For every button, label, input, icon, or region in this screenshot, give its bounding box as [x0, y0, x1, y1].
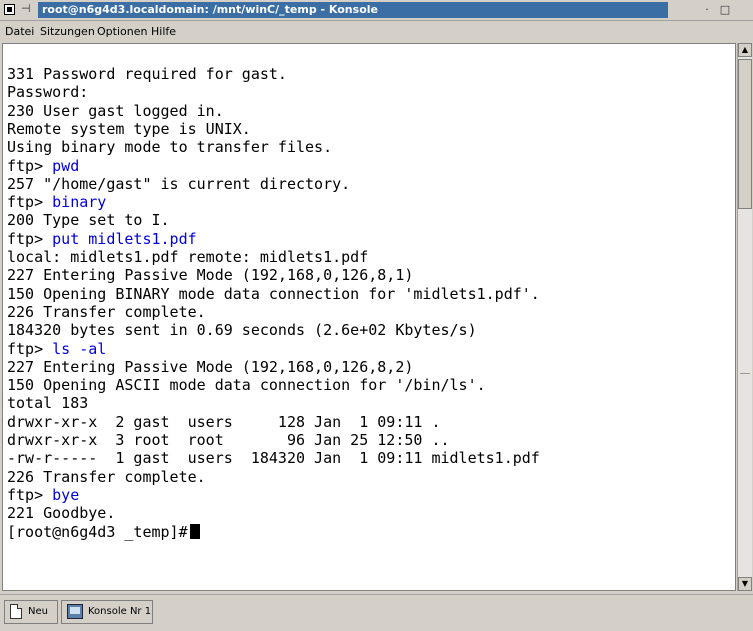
- terminal-line: drwxr-xr-x 2 gast users 128 Jan 1 09:11 …: [7, 412, 441, 431]
- menu-bar: Datei Sitzungen Optionen Hilfe: [0, 21, 753, 41]
- konsole-window: ⊣ root@n6g4d3.localdomain: /mnt/winC/_te…: [0, 0, 753, 631]
- new-document-icon: [10, 604, 22, 619]
- scrollbar-thumb[interactable]: [738, 59, 752, 209]
- terminal-line: 221 Goodbye.: [7, 504, 116, 523]
- ftp-prompt: ftp>: [7, 156, 44, 175]
- terminal-line: ftp> bye: [7, 486, 79, 504]
- ftp-prompt: ftp>: [7, 229, 44, 248]
- terminal-output[interactable]: 331 Password required for gast. Password…: [2, 43, 736, 591]
- scroll-down-arrow-icon[interactable]: ▼: [738, 577, 752, 591]
- terminal-line: 200 Type set to I.: [7, 211, 170, 230]
- ftp-prompt: ftp>: [7, 339, 44, 358]
- command-text: pwd: [52, 156, 80, 175]
- vertical-scrollbar[interactable]: ▲ ▼: [737, 43, 752, 591]
- menu-hilfe[interactable]: Hilfe: [151, 25, 176, 38]
- text-cursor: [189, 523, 200, 539]
- new-session-label: Neu: [28, 606, 48, 617]
- maximize-button[interactable]: □: [718, 3, 732, 17]
- terminal-line: Remote system type is UNIX.: [7, 119, 251, 138]
- terminal-line: local: midlets1.pdf remote: midlets1.pdf: [7, 248, 369, 266]
- command-text: binary: [52, 193, 107, 212]
- ftp-prompt: ftp>: [7, 485, 44, 504]
- pin-icon[interactable]: ⊣: [21, 2, 31, 15]
- menu-sitzungen[interactable]: Sitzungen: [40, 25, 95, 38]
- window-menu-icon[interactable]: [4, 4, 15, 15]
- tab-konsole-1[interactable]: Konsole Nr 1: [61, 600, 153, 624]
- command-text: put midlets1.pdf: [52, 229, 197, 248]
- terminal-line: 150 Opening BINARY mode data connection …: [7, 284, 540, 303]
- new-session-button[interactable]: Neu: [4, 600, 58, 624]
- command-text: bye: [52, 485, 80, 504]
- terminal-line: ftp> ls -al: [7, 340, 106, 358]
- session-tab-label: Konsole Nr 1: [88, 606, 152, 617]
- terminal-line: 226 Transfer complete.: [7, 302, 206, 321]
- scroll-up-arrow-icon[interactable]: ▲: [738, 43, 752, 57]
- command-text: ls -al: [52, 339, 107, 358]
- window-title: root@n6g4d3.localdomain: /mnt/winC/_temp…: [38, 2, 668, 18]
- title-bar[interactable]: ⊣ root@n6g4d3.localdomain: /mnt/winC/_te…: [0, 0, 753, 21]
- ftp-prompt: ftp>: [7, 193, 44, 212]
- terminal-line: Using binary mode to transfer files.: [7, 138, 333, 157]
- terminal-line: ftp> pwd: [7, 157, 79, 175]
- shell-prompt-line[interactable]: [root@n6g4d3 _temp]#: [7, 523, 200, 541]
- terminal-line: 227 Entering Passive Mode (192,168,0,126…: [7, 266, 414, 285]
- terminal-line: 226 Transfer complete.: [7, 467, 206, 486]
- terminal-line: -rw-r----- 1 gast users 184320 Jan 1 09:…: [7, 449, 540, 468]
- terminal-line: Password:: [7, 83, 89, 102]
- terminal-line: 150 Opening ASCII mode data connection f…: [7, 376, 486, 395]
- terminal-line: 331 Password required for gast.: [7, 65, 287, 83]
- konsole-icon: [67, 604, 83, 619]
- shell-prompt: [root@n6g4d3 _temp]#: [7, 522, 188, 541]
- terminal-line: drwxr-xr-x 3 root root 96 Jan 25 12:50 .…: [7, 431, 450, 449]
- terminal-line: ftp> binary: [7, 193, 106, 211]
- scrollbar-mark: [740, 373, 750, 374]
- terminal-line: 257 "/home/gast" is current directory.: [7, 174, 351, 193]
- session-tab-bar: Neu Konsole Nr 1: [0, 594, 753, 631]
- terminal-line: 230 User gast logged in.: [7, 101, 224, 120]
- menu-optionen[interactable]: Optionen: [97, 25, 147, 38]
- terminal-line: ftp> put midlets1.pdf: [7, 230, 197, 248]
- minimize-button[interactable]: ·: [700, 3, 714, 17]
- terminal-line: 184320 bytes sent in 0.69 seconds (2.6e+…: [7, 321, 477, 340]
- menu-datei[interactable]: Datei: [5, 25, 34, 38]
- terminal-line: 227 Entering Passive Mode (192,168,0,126…: [7, 357, 414, 376]
- terminal-line: total 183: [7, 394, 89, 413]
